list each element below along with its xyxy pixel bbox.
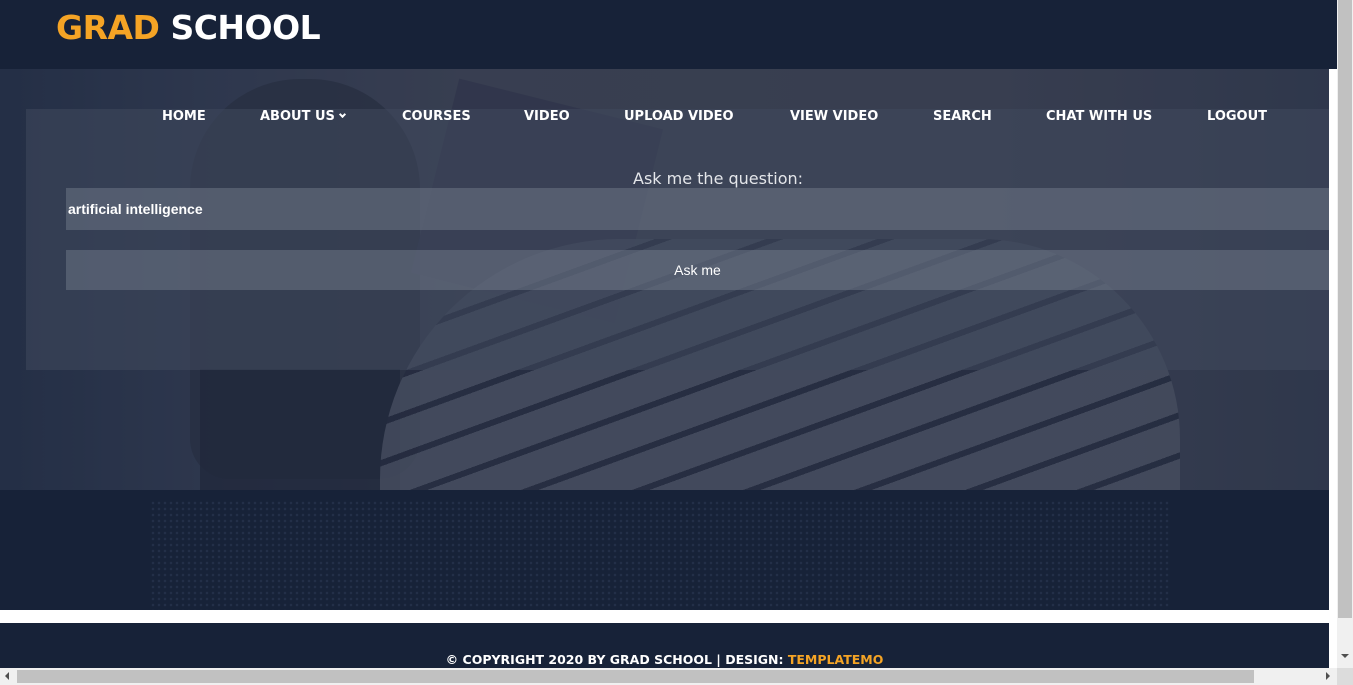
nav-view-video[interactable]: VIEW VIDEO [790,109,878,124]
copyright-label: © COPYRIGHT 2020 BY GRAD SCHOOL | DESIGN… [445,652,788,667]
nav-search[interactable]: SEARCH [933,109,992,124]
world-map-dots [150,500,1170,610]
logo-rest-text: SCHOOL [170,8,321,47]
nav-video[interactable]: VIDEO [524,109,570,124]
scroll-left-arrow-icon[interactable] [5,672,9,680]
question-input[interactable] [66,188,1329,230]
copyright-text: © COPYRIGHT 2020 BY GRAD SCHOOL | DESIGN… [0,652,1329,667]
vertical-scrollbar-thumb[interactable] [1338,0,1352,618]
horizontal-scrollbar[interactable] [0,668,1337,685]
question-label: Ask me the question: [633,169,804,188]
logo-accent-text: GRAD [56,8,160,47]
site-footer: © COPYRIGHT 2020 BY GRAD SCHOOL | DESIGN… [0,623,1329,668]
nav-home[interactable]: HOME [162,109,206,124]
nav-chat-with-us[interactable]: CHAT WITH US [1046,109,1152,124]
main-nav: HOME ABOUT US COURSES VIDEO UPLOAD VIDEO… [26,109,1329,127]
site-logo[interactable]: GRAD SCHOOL [56,8,321,47]
vertical-scrollbar[interactable] [1337,0,1353,668]
horizontal-scrollbar-thumb[interactable] [17,670,1254,683]
nav-logout[interactable]: LOGOUT [1207,109,1267,124]
ask-me-button[interactable]: Ask me [66,250,1329,290]
question-panel: HOME ABOUT US COURSES VIDEO UPLOAD VIDEO… [26,109,1329,370]
nav-upload-video[interactable]: UPLOAD VIDEO [624,109,734,124]
nav-courses[interactable]: COURSES [402,109,471,124]
chevron-down-icon [338,110,346,119]
map-band [0,490,1329,610]
templatemo-link[interactable]: TEMPLATEMO [788,652,883,667]
scroll-right-arrow-icon[interactable] [1326,672,1330,680]
nav-about-us[interactable]: ABOUT US [260,109,346,124]
scroll-down-arrow-icon[interactable] [1341,654,1349,658]
site-header: GRAD SCHOOL [0,0,1337,69]
nav-about-us-label: ABOUT US [260,109,335,124]
